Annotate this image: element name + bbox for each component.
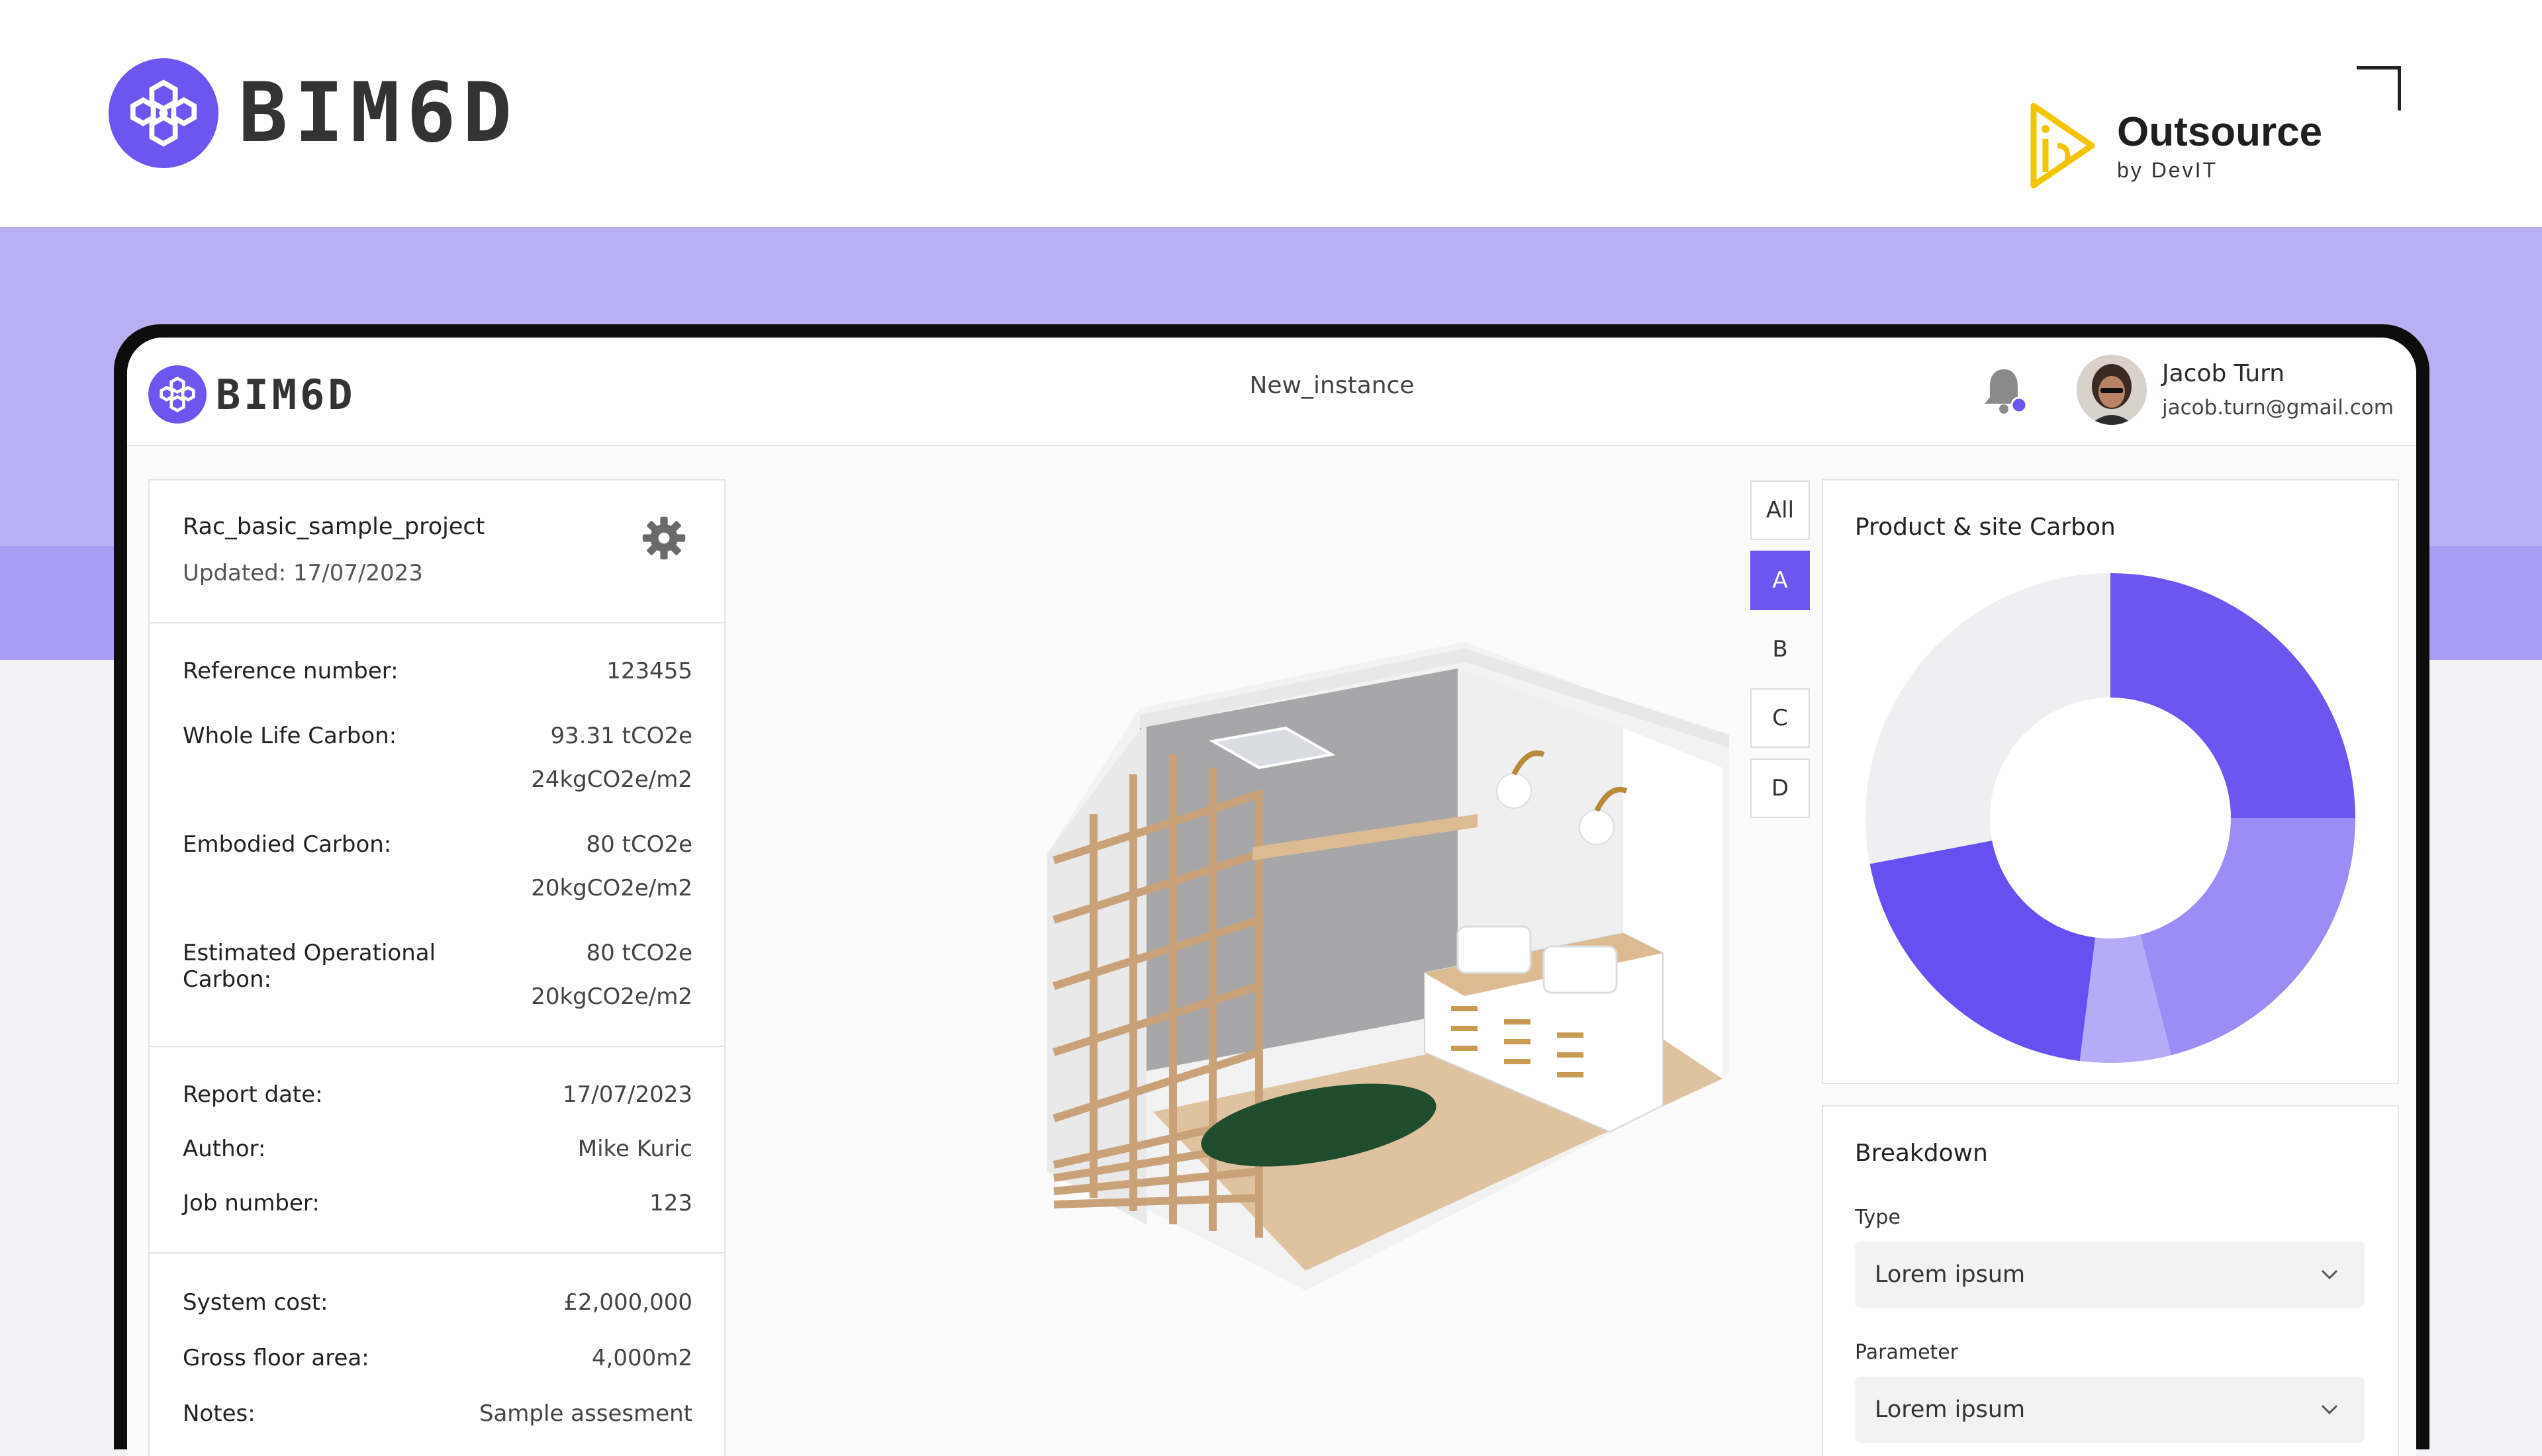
row-label: Gross floor area: <box>183 1345 369 1371</box>
partner-name: Outsource <box>2117 109 2323 155</box>
row-value: 80 tCO2e <box>586 831 692 858</box>
user-name: Jacob Turn <box>2162 360 2285 387</box>
donut-segment-1[interactable] <box>2110 573 2355 818</box>
chart-title: Product & site Carbon <box>1855 514 2116 541</box>
type-label: Type <box>1855 1206 1901 1229</box>
carbon-section: Reference number: 123455 Whole Life Carb… <box>150 622 724 1047</box>
play-arrow-logo-icon <box>2030 103 2095 189</box>
row-value: 123455 <box>606 658 692 684</box>
app-screen: BIM6D New_instance Jacob Turn jacob.turn… <box>127 338 2416 1456</box>
row-value: 80 tCO2e <box>586 940 692 966</box>
corner-mark <box>2357 66 2401 111</box>
chevron-down-icon <box>2321 1404 2338 1415</box>
instance-title: New_instance <box>1249 372 1415 399</box>
hexagon-cluster-icon <box>109 58 218 168</box>
hexagon-cluster-icon <box>148 365 207 424</box>
row-label: Reference number: <box>183 658 399 684</box>
row-value-secondary: 20kgCO2e/m2 <box>531 983 692 1010</box>
brand-logo: BIM6D <box>109 58 518 168</box>
carbon-chart-card: Product & site Carbon <box>1822 479 2399 1084</box>
chevron-down-icon <box>2321 1269 2338 1280</box>
project-title: Rac_basic_sample_project <box>183 514 485 540</box>
breakdown-title: Breakdown <box>1855 1140 1988 1167</box>
filter-b[interactable]: B <box>1750 619 1810 679</box>
device-frame: BIM6D New_instance Jacob Turn jacob.turn… <box>114 324 2429 1456</box>
filter-c[interactable]: C <box>1750 688 1810 748</box>
type-select[interactable]: Lorem ipsum <box>1855 1242 2365 1308</box>
filter-d[interactable]: D <box>1750 758 1810 818</box>
row-label: Whole Life Carbon: <box>183 723 397 749</box>
row-value: Sample assesment <box>479 1400 692 1427</box>
row-label: Report date: <box>183 1081 323 1108</box>
partner-byline: by DevIT <box>2117 158 2218 182</box>
app-wordmark: BIM6D <box>216 370 356 419</box>
type-select-value: Lorem ipsum <box>1875 1261 2026 1288</box>
donut-segment-4[interactable] <box>1869 841 2096 1062</box>
row-label: Estimated Operational Carbon: <box>183 940 436 993</box>
row-label: Notes: <box>183 1400 256 1427</box>
donut-segment-2[interactable] <box>2140 818 2355 1056</box>
project-updated: Updated: 17/07/2023 <box>183 560 423 586</box>
row-value: 123 <box>649 1190 692 1216</box>
partner-logo: Outsource by DevIT <box>2026 99 2322 192</box>
bell-icon[interactable] <box>1981 364 2027 417</box>
parameter-select[interactable]: Lorem ipsum <box>1855 1377 2365 1443</box>
donut-segment-5[interactable] <box>1865 573 2110 864</box>
row-label: Job number: <box>183 1190 320 1216</box>
model-viewer[interactable] <box>974 642 1756 1310</box>
project-details-panel: Rac_basic_sample_project Updated: 17/07/… <box>148 479 726 1456</box>
app-header: BIM6D New_instance Jacob Turn jacob.turn… <box>127 338 2416 446</box>
row-value: Mike Kuric <box>577 1136 692 1162</box>
avatar[interactable] <box>2077 355 2147 425</box>
gear-icon[interactable] <box>641 515 687 561</box>
donut-chart[interactable] <box>1865 573 2355 1063</box>
row-value: 17/07/2023 <box>563 1081 692 1108</box>
row-label: Embodied Carbon: <box>183 831 392 858</box>
app-logo[interactable]: BIM6D <box>148 365 356 424</box>
row-value-secondary: 20kgCO2e/m2 <box>531 875 692 901</box>
row-label: System cost: <box>183 1289 328 1316</box>
brand-wordmark: BIM6D <box>238 66 519 161</box>
row-value-secondary: 24kgCO2e/m2 <box>531 766 692 793</box>
project-header: Rac_basic_sample_project Updated: 17/07/… <box>150 480 724 623</box>
parameter-select-value: Lorem ipsum <box>1875 1396 2026 1423</box>
report-section: Report date: 17/07/2023 Author: Mike Kur… <box>150 1046 724 1253</box>
row-value: £2,000,000 <box>563 1289 692 1316</box>
parameter-label: Parameter <box>1855 1341 1959 1364</box>
user-email: jacob.turn@gmail.com <box>2162 396 2394 420</box>
filter-all[interactable]: All <box>1750 480 1810 540</box>
breakdown-card: Breakdown Type Lorem ipsum Parameter Lor… <box>1822 1105 2399 1456</box>
row-value: 93.31 tCO2e <box>550 723 692 749</box>
cost-section: System cost: £2,000,000 Gross floor area… <box>150 1252 724 1456</box>
row-value: 4,000m2 <box>591 1345 692 1371</box>
row-label: Author: <box>183 1136 266 1162</box>
filter-a[interactable]: A <box>1750 551 1810 610</box>
